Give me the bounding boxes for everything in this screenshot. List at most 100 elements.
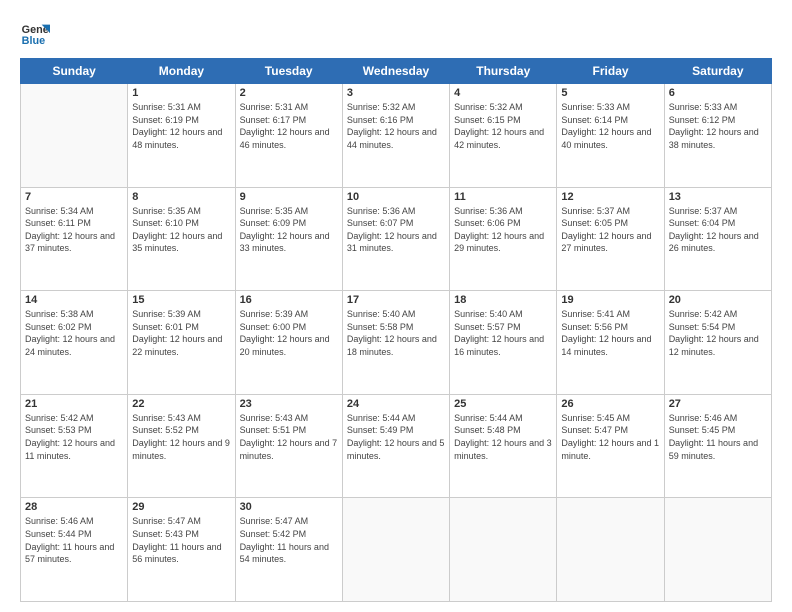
calendar-cell: 10 Sunrise: 5:36 AMSunset: 6:07 PMDayligh… [342, 187, 449, 291]
day-info: Sunrise: 5:39 AMSunset: 6:01 PMDaylight:… [132, 308, 230, 358]
day-info: Sunrise: 5:47 AMSunset: 5:43 PMDaylight:… [132, 515, 230, 565]
calendar-cell: 8Sunrise: 5:35 AMSunset: 6:10 PMDaylight… [128, 187, 235, 291]
day-info: Sunrise: 5:40 AMSunset: 5:58 PMDaylight:… [347, 308, 445, 358]
week-row-3: 14Sunrise: 5:38 AMSunset: 6:02 PMDayligh… [21, 291, 772, 395]
calendar-cell: 11 Sunrise: 5:36 AMSunset: 6:06 PMDayligh… [450, 187, 557, 291]
day-number: 18 [454, 294, 552, 306]
calendar-cell: 17 Sunrise: 5:40 AMSunset: 5:58 PMDayligh… [342, 291, 449, 395]
calendar-cell: 22 Sunrise: 5:43 AMSunset: 5:52 PMDayligh… [128, 394, 235, 498]
day-info: Sunrise: 5:39 AMSunset: 6:00 PMDaylight:… [240, 308, 338, 358]
day-number: 20 [669, 294, 767, 306]
calendar-cell: 19 Sunrise: 5:41 AMSunset: 5:56 PMDayligh… [557, 291, 664, 395]
day-number: 27 [669, 398, 767, 410]
week-row-2: 7 Sunrise: 5:34 AMSunset: 6:11 PMDaylight… [21, 187, 772, 291]
calendar-cell: 14Sunrise: 5:38 AMSunset: 6:02 PMDayligh… [21, 291, 128, 395]
day-number: 7 [25, 191, 123, 203]
logo: General Blue [20, 18, 50, 48]
day-info: Sunrise: 5:32 AMSunset: 6:16 PMDaylight:… [347, 101, 445, 151]
day-number: 30 [240, 501, 338, 513]
day-number: 29 [132, 501, 230, 513]
day-number: 28 [25, 501, 123, 513]
calendar-cell [450, 498, 557, 602]
day-number: 1 [132, 87, 230, 99]
day-info: Sunrise: 5:44 AMSunset: 5:49 PMDaylight:… [347, 412, 445, 462]
day-info: Sunrise: 5:46 AMSunset: 5:44 PMDaylight:… [25, 515, 123, 565]
day-info: Sunrise: 5:42 AMSunset: 5:53 PMDaylight:… [25, 412, 123, 462]
day-number: 26 [561, 398, 659, 410]
day-number: 21 [25, 398, 123, 410]
calendar-cell: 23 Sunrise: 5:43 AMSunset: 5:51 PMDayligh… [235, 394, 342, 498]
day-number: 10 [347, 191, 445, 203]
day-number: 6 [669, 87, 767, 99]
day-number: 11 [454, 191, 552, 203]
calendar-cell: 1 Sunrise: 5:31 AMSunset: 6:19 PMDaylight… [128, 84, 235, 188]
calendar-cell: 18Sunrise: 5:40 AMSunset: 5:57 PMDayligh… [450, 291, 557, 395]
calendar-cell: 24 Sunrise: 5:44 AMSunset: 5:49 PMDayligh… [342, 394, 449, 498]
weekday-header-friday: Friday [557, 59, 664, 84]
calendar-cell: 15 Sunrise: 5:39 AMSunset: 6:01 PMDayligh… [128, 291, 235, 395]
day-info: Sunrise: 5:33 AMSunset: 6:12 PMDaylight:… [669, 101, 767, 151]
weekday-header-saturday: Saturday [664, 59, 771, 84]
calendar-cell [664, 498, 771, 602]
day-number: 13 [669, 191, 767, 203]
calendar-cell: 6 Sunrise: 5:33 AMSunset: 6:12 PMDaylight… [664, 84, 771, 188]
calendar-cell: 21 Sunrise: 5:42 AMSunset: 5:53 PMDayligh… [21, 394, 128, 498]
day-info: Sunrise: 5:44 AMSunset: 5:48 PMDaylight:… [454, 412, 552, 462]
logo-icon: General Blue [20, 18, 50, 48]
calendar-cell: 26Sunrise: 5:45 AMSunset: 5:47 PMDayligh… [557, 394, 664, 498]
calendar-cell: 25 Sunrise: 5:44 AMSunset: 5:48 PMDayligh… [450, 394, 557, 498]
calendar-cell [21, 84, 128, 188]
day-info: Sunrise: 5:41 AMSunset: 5:56 PMDaylight:… [561, 308, 659, 358]
day-number: 3 [347, 87, 445, 99]
day-info: Sunrise: 5:43 AMSunset: 5:52 PMDaylight:… [132, 412, 230, 462]
calendar-cell: 5 Sunrise: 5:33 AMSunset: 6:14 PMDaylight… [557, 84, 664, 188]
day-info: Sunrise: 5:43 AMSunset: 5:51 PMDaylight:… [240, 412, 338, 462]
day-info: Sunrise: 5:31 AMSunset: 6:17 PMDaylight:… [240, 101, 338, 151]
weekday-header-sunday: Sunday [21, 59, 128, 84]
weekday-header-row: SundayMondayTuesdayWednesdayThursdayFrid… [21, 59, 772, 84]
day-number: 8 [132, 191, 230, 203]
calendar-cell [342, 498, 449, 602]
day-number: 24 [347, 398, 445, 410]
calendar-cell: 4 Sunrise: 5:32 AMSunset: 6:15 PMDaylight… [450, 84, 557, 188]
calendar-cell: 27Sunrise: 5:46 AMSunset: 5:45 PMDayligh… [664, 394, 771, 498]
day-info: Sunrise: 5:33 AMSunset: 6:14 PMDaylight:… [561, 101, 659, 151]
week-row-1: 1 Sunrise: 5:31 AMSunset: 6:19 PMDaylight… [21, 84, 772, 188]
weekday-header-monday: Monday [128, 59, 235, 84]
weekday-header-wednesday: Wednesday [342, 59, 449, 84]
day-info: Sunrise: 5:37 AMSunset: 6:04 PMDaylight:… [669, 205, 767, 255]
calendar-cell: 3 Sunrise: 5:32 AMSunset: 6:16 PMDaylight… [342, 84, 449, 188]
page: General Blue SundayMondayTuesdayWednesda… [0, 0, 792, 612]
calendar-cell: 7 Sunrise: 5:34 AMSunset: 6:11 PMDaylight… [21, 187, 128, 291]
day-info: Sunrise: 5:36 AMSunset: 6:07 PMDaylight:… [347, 205, 445, 255]
day-info: Sunrise: 5:42 AMSunset: 5:54 PMDaylight:… [669, 308, 767, 358]
day-info: Sunrise: 5:31 AMSunset: 6:19 PMDaylight:… [132, 101, 230, 151]
header: General Blue [20, 18, 772, 48]
day-info: Sunrise: 5:35 AMSunset: 6:09 PMDaylight:… [240, 205, 338, 255]
calendar-cell: 13 Sunrise: 5:37 AMSunset: 6:04 PMDayligh… [664, 187, 771, 291]
calendar-cell [557, 498, 664, 602]
weekday-header-thursday: Thursday [450, 59, 557, 84]
day-number: 12 [561, 191, 659, 203]
day-number: 19 [561, 294, 659, 306]
calendar-cell: 20 Sunrise: 5:42 AMSunset: 5:54 PMDayligh… [664, 291, 771, 395]
day-number: 5 [561, 87, 659, 99]
day-number: 17 [347, 294, 445, 306]
day-info: Sunrise: 5:37 AMSunset: 6:05 PMDaylight:… [561, 205, 659, 255]
day-number: 23 [240, 398, 338, 410]
day-number: 16 [240, 294, 338, 306]
day-info: Sunrise: 5:36 AMSunset: 6:06 PMDaylight:… [454, 205, 552, 255]
calendar-cell: 28 Sunrise: 5:46 AMSunset: 5:44 PMDayligh… [21, 498, 128, 602]
day-number: 25 [454, 398, 552, 410]
day-info: Sunrise: 5:32 AMSunset: 6:15 PMDaylight:… [454, 101, 552, 151]
day-number: 9 [240, 191, 338, 203]
day-number: 22 [132, 398, 230, 410]
day-info: Sunrise: 5:38 AMSunset: 6:02 PMDaylight:… [25, 308, 123, 358]
day-info: Sunrise: 5:34 AMSunset: 6:11 PMDaylight:… [25, 205, 123, 255]
week-row-5: 28 Sunrise: 5:46 AMSunset: 5:44 PMDayligh… [21, 498, 772, 602]
calendar-table: SundayMondayTuesdayWednesdayThursdayFrid… [20, 58, 772, 602]
day-number: 15 [132, 294, 230, 306]
day-number: 4 [454, 87, 552, 99]
week-row-4: 21 Sunrise: 5:42 AMSunset: 5:53 PMDayligh… [21, 394, 772, 498]
day-info: Sunrise: 5:47 AMSunset: 5:42 PMDaylight:… [240, 515, 338, 565]
